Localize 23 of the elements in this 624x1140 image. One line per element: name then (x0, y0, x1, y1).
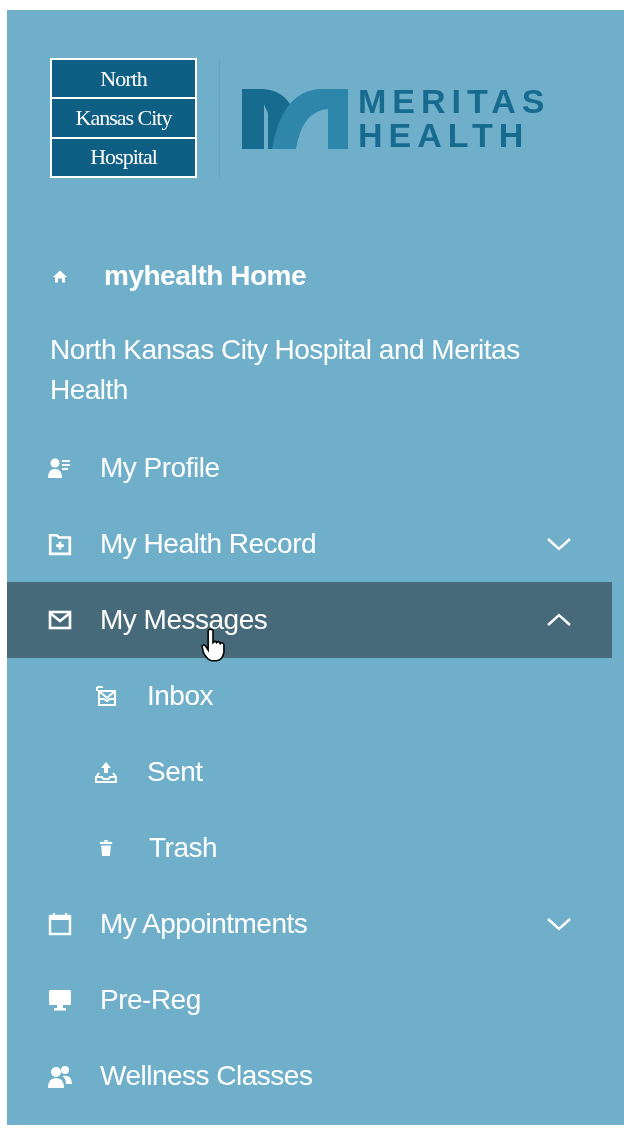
outbox-icon (95, 761, 117, 783)
users-icon (48, 1064, 72, 1088)
logo-text: MERITAS (358, 84, 551, 118)
hospital-logo: North Kansas City Hospital (50, 58, 197, 178)
mail-inbox-icon (95, 685, 117, 707)
nav-subitem[interactable]: Sent (7, 734, 612, 810)
nav-item[interactable]: Wellness Classes (7, 1038, 612, 1114)
nav-item[interactable]: Pre-Reg (7, 962, 612, 1038)
nav-subitem[interactable]: Inbox (7, 658, 612, 734)
mail-icon (48, 608, 72, 632)
folder-plus-icon (48, 532, 72, 556)
logo-text: HEALTH (358, 118, 531, 152)
organization-name: North Kansas City Hospital and Meritas Health (49, 333, 521, 407)
profile-icon (48, 456, 72, 480)
monitor-icon (48, 988, 72, 1012)
nav-item[interactable]: My Appointments (7, 886, 612, 962)
home-icon (52, 268, 68, 284)
nav-item[interactable]: myhealth Home (7, 238, 612, 314)
nav-subitem[interactable]: Trash (7, 810, 612, 886)
trash-icon (99, 839, 113, 857)
nav-item[interactable]: My Health Record (7, 506, 612, 582)
calendar-icon (48, 912, 72, 936)
nav-item[interactable]: My Profile (7, 430, 612, 506)
